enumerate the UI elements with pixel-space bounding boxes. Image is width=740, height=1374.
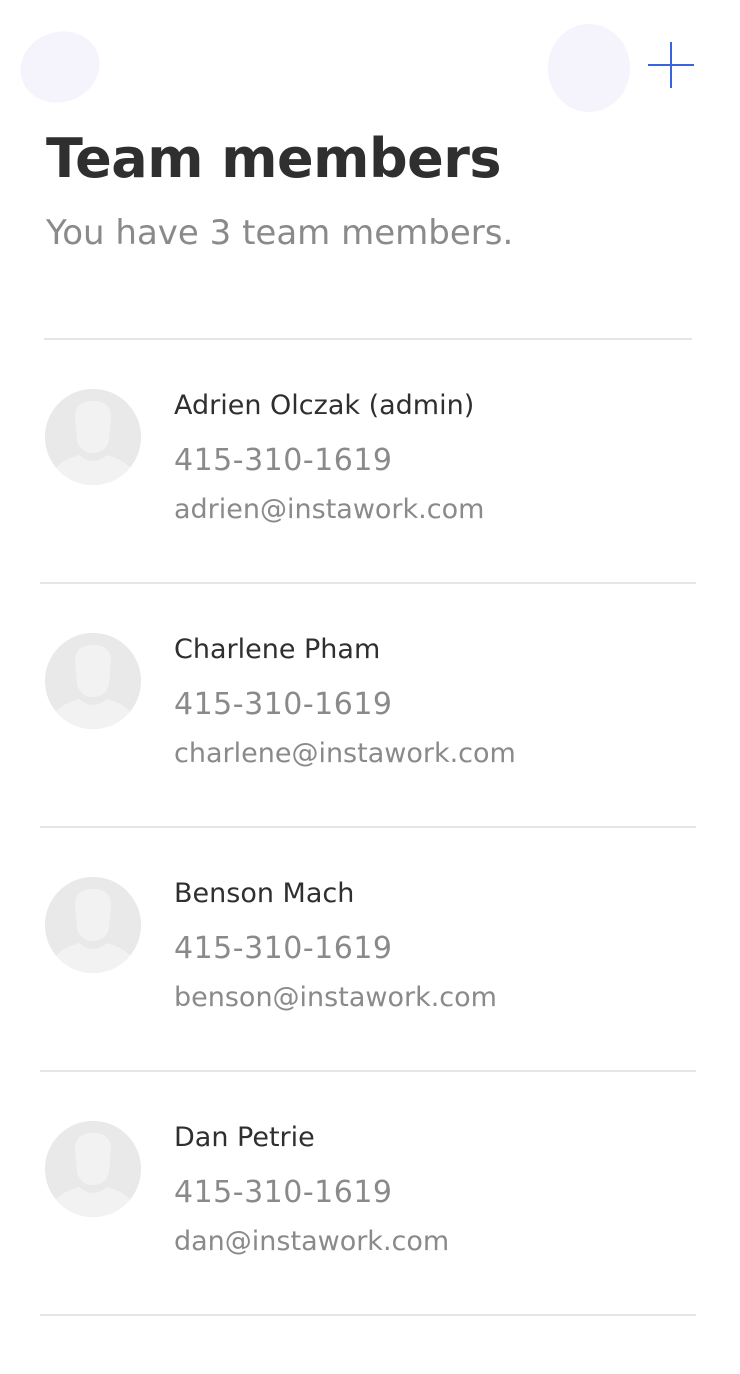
team-member-list: Adrien Olczak (admin) 415-310-1619 adrie… bbox=[40, 340, 696, 1316]
avatar bbox=[45, 389, 141, 485]
plus-icon bbox=[648, 42, 694, 88]
member-email: dan@instawork.com bbox=[174, 1226, 450, 1257]
member-phone: 415-310-1619 bbox=[174, 931, 393, 966]
person-placeholder-icon bbox=[45, 633, 141, 729]
avatar bbox=[45, 877, 141, 973]
page-subtitle: You have 3 team members. bbox=[46, 213, 514, 253]
team-member-row[interactable]: Dan Petrie 415-310-1619 dan@instawork.co… bbox=[40, 1072, 696, 1316]
avatar bbox=[45, 633, 141, 729]
team-member-row[interactable]: Benson Mach 415-310-1619 benson@instawor… bbox=[40, 828, 696, 1072]
decorative-blob bbox=[10, 20, 110, 114]
team-member-row[interactable]: Adrien Olczak (admin) 415-310-1619 adrie… bbox=[40, 340, 696, 584]
member-name: Charlene Pham bbox=[174, 634, 381, 665]
member-phone: 415-310-1619 bbox=[174, 1175, 393, 1210]
decorative-blob bbox=[548, 24, 630, 112]
member-name: Benson Mach bbox=[174, 878, 355, 909]
add-team-member-button[interactable] bbox=[642, 36, 700, 94]
person-placeholder-icon bbox=[45, 389, 141, 485]
member-phone: 415-310-1619 bbox=[174, 443, 393, 478]
member-email: charlene@instawork.com bbox=[174, 738, 516, 769]
page-title: Team members bbox=[46, 127, 502, 190]
member-phone: 415-310-1619 bbox=[174, 687, 393, 722]
team-member-row[interactable]: Charlene Pham 415-310-1619 charlene@inst… bbox=[40, 584, 696, 828]
member-email: adrien@instawork.com bbox=[174, 494, 485, 525]
avatar bbox=[45, 1121, 141, 1217]
member-name: Adrien Olczak (admin) bbox=[174, 390, 475, 421]
person-placeholder-icon bbox=[45, 877, 141, 973]
member-email: benson@instawork.com bbox=[174, 982, 497, 1013]
person-placeholder-icon bbox=[45, 1121, 141, 1217]
member-name: Dan Petrie bbox=[174, 1122, 315, 1153]
